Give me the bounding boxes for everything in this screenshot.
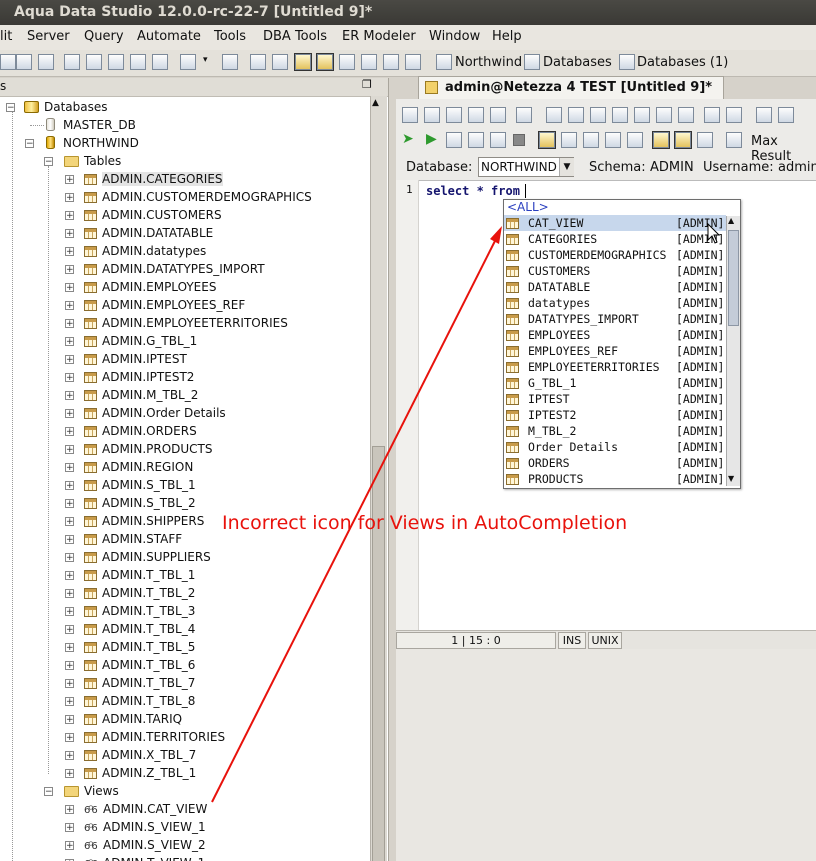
annotation-arrow: [211, 226, 502, 803]
annotation-text: Incorrect icon for Views in AutoCompleti…: [222, 512, 628, 534]
